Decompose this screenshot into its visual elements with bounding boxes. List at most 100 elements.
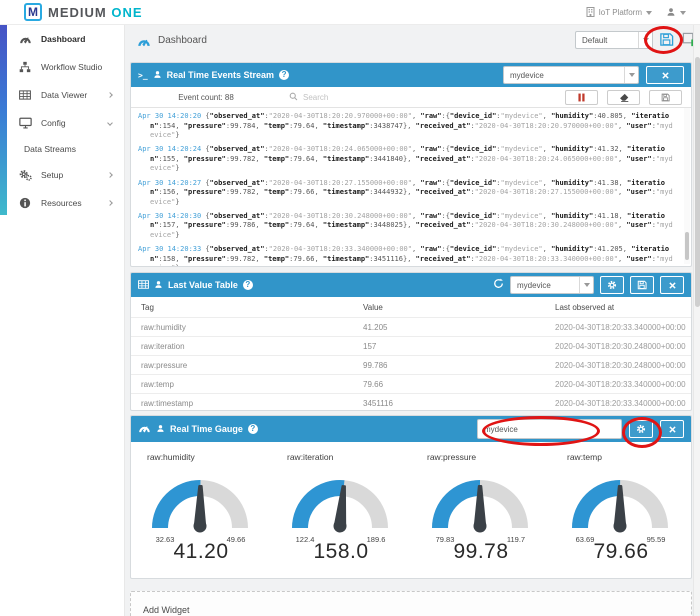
- save-stream-button[interactable]: [649, 89, 682, 105]
- chevron-right-icon: [107, 200, 113, 206]
- real-time-gauge-title: Real Time Gauge: [170, 424, 243, 434]
- chevron-down-icon: [646, 10, 652, 15]
- cell-last-observed: 2020-04-30T18:20:30.248000+00:00: [555, 360, 686, 370]
- close-stream-button[interactable]: [646, 66, 684, 84]
- clear-stream-button[interactable]: [607, 89, 640, 105]
- log-scrollbar: [684, 108, 690, 264]
- gauge-raw-humidity: raw:humidity 32.63 49.66 41.20: [131, 444, 271, 564]
- brand-one: ONE: [111, 4, 143, 20]
- sidebar-item-label: Data Streams: [24, 144, 76, 154]
- stream-toolbar: Event count: 88: [131, 87, 691, 108]
- table-row: raw:pressure 99.786 2020-04-30T18:20:30.…: [131, 355, 691, 374]
- gauge-max-label: 119.7: [507, 535, 525, 544]
- user-menu[interactable]: [666, 7, 686, 19]
- top-right-controls: IoT Platform: [586, 0, 686, 25]
- main-content: Dashboard Default >_ Real Time Events St…: [125, 25, 700, 616]
- last-value-table-header: Last Value Table ? mydevice: [131, 273, 691, 297]
- help-icon[interactable]: ?: [247, 424, 258, 434]
- user-icon: [153, 66, 162, 84]
- user-icon: [666, 7, 676, 19]
- brand-logo: M MEDIUM ONE: [24, 3, 143, 21]
- stream-device-select[interactable]: mydevice: [503, 66, 639, 84]
- sidebar-item-resources[interactable]: Resources: [0, 189, 124, 217]
- cell-value: 99.786: [363, 360, 388, 370]
- stream-device-select-value: mydevice: [510, 70, 544, 80]
- gauge-min-label: 32.63: [156, 535, 175, 544]
- log-scrollbar-thumb[interactable]: [685, 232, 689, 260]
- chevron-down-icon: [680, 10, 686, 15]
- cell-last-observed: 2020-04-30T18:20:33.340000+00:00: [555, 398, 686, 408]
- cell-tag: raw:pressure: [141, 360, 188, 370]
- table-settings-button[interactable]: [600, 276, 624, 294]
- sidebar: Dashboard Workflow Studio Data Viewer Confi…: [0, 25, 125, 616]
- save-dashboard-button[interactable]: [659, 32, 676, 48]
- page-scrollbar-thumb[interactable]: [695, 57, 700, 307]
- table-icon: [138, 276, 149, 294]
- sitemap-icon: [18, 60, 32, 74]
- gauge-device-input[interactable]: [477, 419, 622, 439]
- pause-stream-button[interactable]: [565, 89, 598, 105]
- sidebar-item-dashboard[interactable]: Dashboard: [0, 25, 124, 53]
- refresh-icon[interactable]: [493, 276, 504, 294]
- gauge-dial: 63.69 95.59: [572, 479, 668, 544]
- gauge-settings-button[interactable]: [629, 420, 653, 438]
- add-widget-button[interactable]: Add Widget: [130, 591, 692, 616]
- log-entry: Apr 30 14:20:30 {"observed_at":"2020-04-…: [138, 211, 673, 240]
- sidebar-item-workflow-studio[interactable]: Workflow Studio: [0, 53, 124, 81]
- table-row: raw:temp 79.66 2020-04-30T18:20:33.34000…: [131, 374, 691, 393]
- gauge-dial: 32.63 49.66: [152, 479, 248, 544]
- cell-last-observed: 2020-04-30T18:20:33.340000+00:00: [555, 379, 686, 389]
- event-count: Event count: 88: [178, 92, 234, 102]
- gauge-value: 158.0: [313, 540, 369, 563]
- table-device-select[interactable]: mydevice: [510, 276, 594, 294]
- column-header-tag: Tag: [141, 302, 154, 312]
- search-icon: [289, 88, 298, 106]
- tachometer-icon: [18, 32, 32, 46]
- chevron-down-icon: [638, 32, 652, 48]
- gauge-raw-pressure: raw:pressure 79.83 119.7 99.78: [411, 444, 551, 564]
- sidebar-item-data-viewer[interactable]: Data Viewer: [0, 81, 124, 109]
- log-entry: Apr 30 14:20:20 {"observed_at":"2020-04-…: [138, 112, 673, 140]
- chevron-right-icon: [107, 92, 113, 98]
- gears-icon: [18, 168, 32, 182]
- sidebar-item-config[interactable]: Config: [0, 109, 124, 137]
- cell-value: 157: [363, 341, 377, 351]
- gauge-label: raw:temp: [567, 452, 602, 462]
- page-header: Dashboard Default: [125, 25, 699, 57]
- sidebar-item-label: Config: [41, 118, 66, 128]
- table-save-button[interactable]: [630, 276, 654, 294]
- real-time-gauge-header: Real Time Gauge ?: [131, 416, 691, 442]
- user-icon: [154, 276, 163, 294]
- top-bar: M MEDIUM ONE IoT Platform: [0, 0, 700, 25]
- table-row: raw:iteration 157 2020-04-30T18:20:30.24…: [131, 336, 691, 355]
- help-icon[interactable]: ?: [242, 280, 253, 290]
- cell-last-observed: 2020-04-30T18:20:33.340000+00:00: [555, 322, 686, 332]
- page-scrollbar: [693, 25, 700, 616]
- gauge-raw-temp: raw:temp 63.69 95.59 79.66: [551, 444, 691, 564]
- gauge-raw-iteration: raw:iteration 122.4 189.6 158.0: [271, 444, 411, 564]
- cell-tag: raw:temp: [141, 379, 174, 389]
- dashboard-select[interactable]: Default: [575, 31, 653, 49]
- help-icon[interactable]: ?: [279, 70, 290, 80]
- gauges-row: raw:humidity 32.63 49.66 41.20 raw:iterat…: [131, 442, 691, 564]
- chevron-down-icon: [624, 67, 638, 83]
- sidebar-item-setup[interactable]: Setup: [0, 161, 124, 189]
- sidebar-item-label: Setup: [41, 170, 64, 180]
- chevron-down-icon: [579, 277, 593, 293]
- search-input[interactable]: [303, 92, 483, 102]
- brand-text: MEDIUM ONE: [48, 5, 143, 20]
- real-time-gauge-widget: Real Time Gauge ? raw:humidity: [130, 415, 692, 579]
- monitor-icon: [18, 116, 32, 130]
- sidebar-item-data-streams[interactable]: Data Streams: [0, 137, 124, 161]
- platform-menu[interactable]: IoT Platform: [586, 6, 652, 19]
- sidebar-nav: Dashboard Workflow Studio Data Viewer Confi…: [0, 25, 124, 217]
- terminal-icon: >_: [138, 70, 148, 80]
- close-table-button[interactable]: [660, 276, 684, 294]
- cell-value: 41.205: [363, 322, 388, 332]
- platform-label: IoT Platform: [598, 8, 642, 17]
- chevron-down-icon: [107, 120, 113, 126]
- tachometer-icon: [138, 420, 151, 438]
- close-gauge-button[interactable]: [660, 420, 684, 438]
- events-stream-header: >_ Real Time Events Stream ? mydevice: [131, 63, 691, 87]
- stream-search: [281, 88, 565, 106]
